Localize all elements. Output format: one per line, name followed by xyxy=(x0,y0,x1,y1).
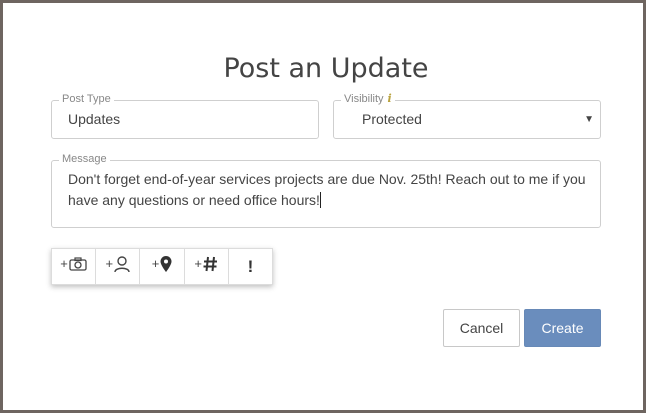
visibility-selected-value: Protected xyxy=(362,111,422,127)
post-type-field[interactable]: Post Type Updates xyxy=(51,92,319,139)
tag-person-button[interactable]: + xyxy=(96,249,141,284)
visibility-select[interactable]: Visibility i Protected ▼ xyxy=(333,92,601,139)
plus-icon: + xyxy=(105,256,114,271)
plus-icon: + xyxy=(60,256,68,271)
exclamation-icon: ! xyxy=(247,256,254,276)
attachment-toolbar: + + + + ! xyxy=(51,248,273,285)
person-icon xyxy=(114,255,130,278)
cancel-button[interactable]: Cancel xyxy=(443,309,520,347)
camera-icon xyxy=(69,257,87,276)
dialog: Post an Update Post Type Updates Visibil… xyxy=(0,0,646,413)
create-button[interactable]: Create xyxy=(524,309,601,347)
message-text: Don't forget end-of-year services projec… xyxy=(68,169,586,211)
plus-icon: + xyxy=(194,256,202,271)
plus-icon: + xyxy=(151,256,160,271)
location-pin-icon xyxy=(160,255,172,278)
hashtag-icon xyxy=(203,256,218,277)
message-label: Message xyxy=(59,152,110,166)
dialog-title: Post an Update xyxy=(223,53,429,84)
post-type-value: Updates xyxy=(68,111,121,127)
add-location-button[interactable]: + xyxy=(140,249,185,284)
message-textarea[interactable]: Message Don't forget end-of-year service… xyxy=(51,152,601,228)
add-hashtag-button[interactable]: + xyxy=(185,249,229,284)
text-cursor xyxy=(319,192,321,208)
mark-important-button[interactable]: ! xyxy=(229,249,272,284)
add-photo-button[interactable]: + xyxy=(52,249,97,284)
dropdown-arrow-icon: ▼ xyxy=(584,114,594,125)
message-value: Don't forget end-of-year services projec… xyxy=(68,171,586,208)
